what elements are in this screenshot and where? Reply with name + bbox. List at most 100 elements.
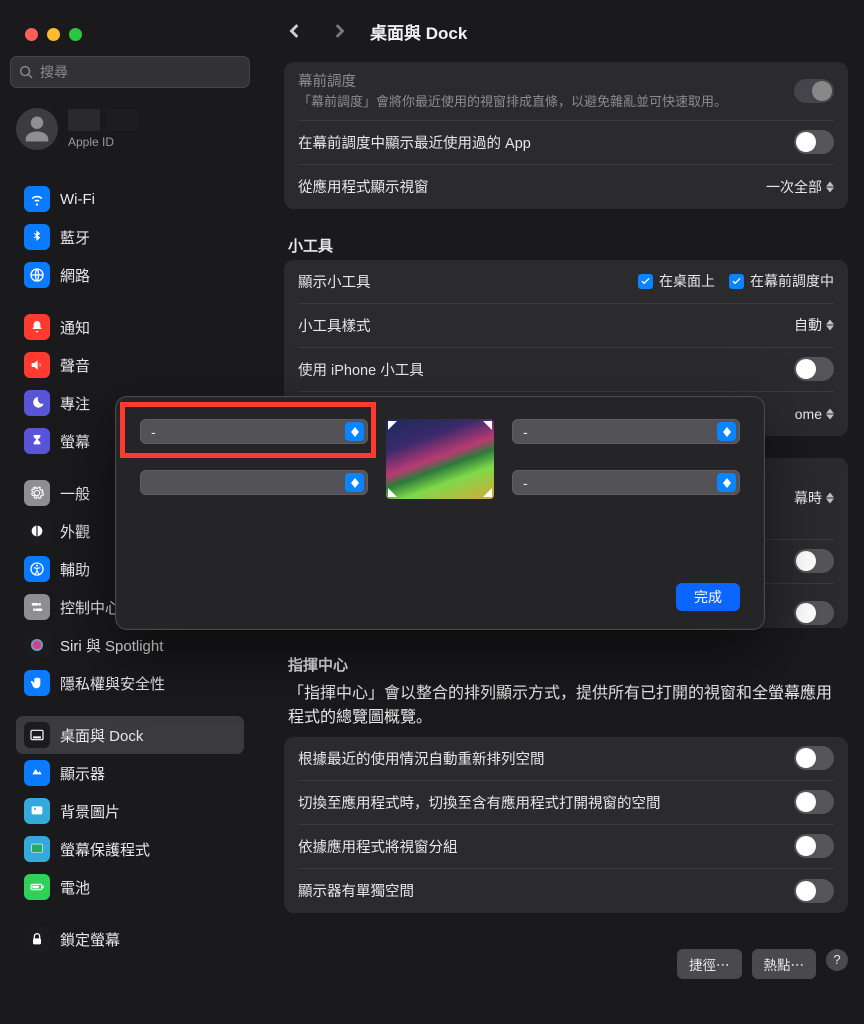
sidebar-item-siri[interactable]: Siri 與 Spotlight <box>16 626 244 664</box>
iphone-widgets-toggle[interactable] <box>794 357 834 381</box>
back-button[interactable] <box>282 18 308 44</box>
sidebar-item-display[interactable]: 顯示器 <box>16 754 244 792</box>
mc-auto-label: 根據最近的使用情況自動重新排列空間 <box>298 748 545 769</box>
sidebar-item-hand[interactable]: 隱私權與安全性 <box>16 664 244 702</box>
page-title: 桌面與 Dock <box>370 19 467 44</box>
sidebar-item-label: Wi-Fi <box>60 191 95 208</box>
mc-switch-label: 切換至應用程式時，切換至含有應用程式打開視窗的空間 <box>298 792 661 813</box>
sidebar-item-switches[interactable]: 控制中心 <box>16 588 244 626</box>
mc-separate-toggle[interactable] <box>794 879 834 903</box>
sidebar-item-label: 螢幕 <box>60 431 90 452</box>
sidebar-item-label: 聲音 <box>60 355 90 376</box>
sidebar-item-label: 外觀 <box>60 521 90 542</box>
sidebar-item-label: 螢幕保護程式 <box>60 839 150 860</box>
siri-icon <box>24 632 50 658</box>
forward-button[interactable] <box>326 18 352 44</box>
widgets-desktop-check[interactable]: 在桌面上 <box>638 271 715 291</box>
close-windows-toggle[interactable] <box>794 601 834 625</box>
sidebar-item-screensaver[interactable]: 螢幕保護程式 <box>16 830 244 868</box>
minimize-window-button[interactable] <box>47 28 60 41</box>
sidebar-item-label: 藍牙 <box>60 227 90 248</box>
hotcorners-button[interactable]: 熱點⋯ <box>752 949 817 979</box>
mc-desc: 「指揮中心」會以整合的排列顯示方式，提供所有已打開的視窗和全螢幕應用程式的總覽圖… <box>284 679 848 737</box>
main-panel: 桌面與 Dock 幕前調度 「幕前調度」會將你最近使用的視窗排成直條，以避免雜亂… <box>272 16 848 979</box>
windows-card: 幕時 結束應用程式時關閉視圖 若啟用此選項，重新打開應用程式時，將不會回復已打開… <box>284 458 848 628</box>
help-button[interactable]: ? <box>826 949 848 971</box>
sidebar-item-bell[interactable]: 通知 <box>16 308 244 346</box>
stage-recent-toggle[interactable] <box>794 130 834 154</box>
sidebar-item-label: 控制中心 <box>60 597 120 618</box>
account-section[interactable]: Apple ID <box>16 108 244 150</box>
sidebar-item-bluetooth[interactable]: 藍牙 <box>16 218 244 256</box>
stage-windows-popup[interactable]: 一次全部 <box>766 177 834 197</box>
iphone-widgets-label: 使用 iPhone 小工具 <box>298 359 424 380</box>
bell-icon <box>24 314 50 340</box>
sidebar-item-dock[interactable]: 桌面與 Dock <box>16 716 244 754</box>
mc-section-label: 指揮中心 <box>288 654 848 675</box>
mc-group-toggle[interactable] <box>794 834 834 858</box>
stage-toggle[interactable] <box>794 79 834 103</box>
mc-group-label: 依據應用程式將視窗分組 <box>298 836 458 857</box>
sidebar-item-label: 桌面與 Dock <box>60 725 143 746</box>
stage-heading: 幕前調度 <box>298 70 727 91</box>
sidebar-item-label: 一般 <box>60 483 90 504</box>
browser-popup[interactable]: ome <box>795 406 834 422</box>
search-placeholder: 搜尋 <box>40 62 68 82</box>
mc-auto-toggle[interactable] <box>794 746 834 770</box>
close-windows-desc: 若啟用此選項，重新打開應用程式時，將不會回復已打開的文件和視窗。 <box>298 615 714 634</box>
mc-switch-toggle[interactable] <box>794 790 834 814</box>
search-input[interactable]: 搜尋 <box>10 56 250 88</box>
sidebar-item-moon[interactable]: 專注 <box>16 384 244 422</box>
sidebar-item-accessibility[interactable]: 輔助 <box>16 550 244 588</box>
sidebar-item-label: 隱私權與安全性 <box>60 673 165 694</box>
bluetooth-icon <box>24 224 50 250</box>
switches-icon <box>24 594 50 620</box>
hourglass-icon <box>24 428 50 454</box>
accessibility-icon <box>24 556 50 582</box>
sidebar-item-label: 輔助 <box>60 559 90 580</box>
sidebar-item-label: Siri 與 Spotlight <box>60 635 163 656</box>
widget-style-popup[interactable]: 自動 <box>794 315 834 335</box>
close-window-button[interactable] <box>25 28 38 41</box>
hand-icon <box>24 670 50 696</box>
stage-desc: 「幕前調度」會將你最近使用的視窗排成直條，以避免雜亂並可快速取用。 <box>298 93 727 112</box>
widgets-stage-check[interactable]: 在幕前調度中 <box>729 271 834 291</box>
sidebar-item-label: 專注 <box>60 393 90 414</box>
zoom-window-button[interactable] <box>69 28 82 41</box>
battery-icon <box>24 874 50 900</box>
shortcuts-button[interactable]: 捷徑⋯ <box>677 949 742 979</box>
moon-icon <box>24 390 50 416</box>
screen-popup[interactable]: 幕時 <box>794 488 834 508</box>
stage-manager-card: 幕前調度 「幕前調度」會將你最近使用的視窗排成直條，以避免雜亂並可快速取用。 在… <box>284 62 848 209</box>
window-controls <box>25 28 82 41</box>
sidebar-item-hourglass[interactable]: 螢幕 <box>16 422 244 460</box>
sidebar-nav: Wi-Fi 藍牙網路通知聲音專注螢幕一般外觀輔助控制中心 Siri 與 Spotli… <box>10 166 250 958</box>
wallpaper-icon <box>24 798 50 824</box>
sidebar-item-network[interactable]: 網路 <box>16 256 244 294</box>
avatar <box>16 108 58 150</box>
wifi-icon <box>24 186 50 212</box>
stage-recent-label: 在幕前調度中顯示最近使用過的 App <box>298 132 531 153</box>
mc-separate-label: 顯示器有單獨空間 <box>298 880 414 901</box>
sidebar-item-label: 通知 <box>60 317 90 338</box>
widgets-card: 顯示小工具 在桌面上 在幕前調度中 小工具樣式 <box>284 260 848 436</box>
sidebar: 搜尋 Apple ID Wi-Fi 藍牙網路通知聲音專注螢幕一般外觀輔助控制中心 S… <box>10 56 250 958</box>
sidebar-item-wallpaper[interactable]: 背景圖片 <box>16 792 244 830</box>
appearance-icon <box>24 518 50 544</box>
sidebar-item-label: 鎖定螢幕 <box>60 929 120 950</box>
sidebar-item-label: 網路 <box>60 265 90 286</box>
tabs-toggle[interactable] <box>794 549 834 573</box>
sidebar-item-appearance[interactable]: 外觀 <box>16 512 244 550</box>
network-icon <box>24 262 50 288</box>
sidebar-item-lock[interactable]: 鎖定螢幕 <box>16 920 244 958</box>
sidebar-item-gear[interactable]: 一般 <box>16 474 244 512</box>
display-icon <box>24 760 50 786</box>
sidebar-item-label: 電池 <box>60 877 90 898</box>
sidebar-item-sound[interactable]: 聲音 <box>16 346 244 384</box>
widget-style-label: 小工具樣式 <box>298 315 371 336</box>
sidebar-item-battery[interactable]: 電池 <box>16 868 244 906</box>
stage-windows-label: 從應用程式顯示視窗 <box>298 176 429 197</box>
sidebar-item-wifi[interactable]: Wi-Fi <box>16 180 244 218</box>
screensaver-icon <box>24 836 50 862</box>
account-label: Apple ID <box>68 135 138 149</box>
